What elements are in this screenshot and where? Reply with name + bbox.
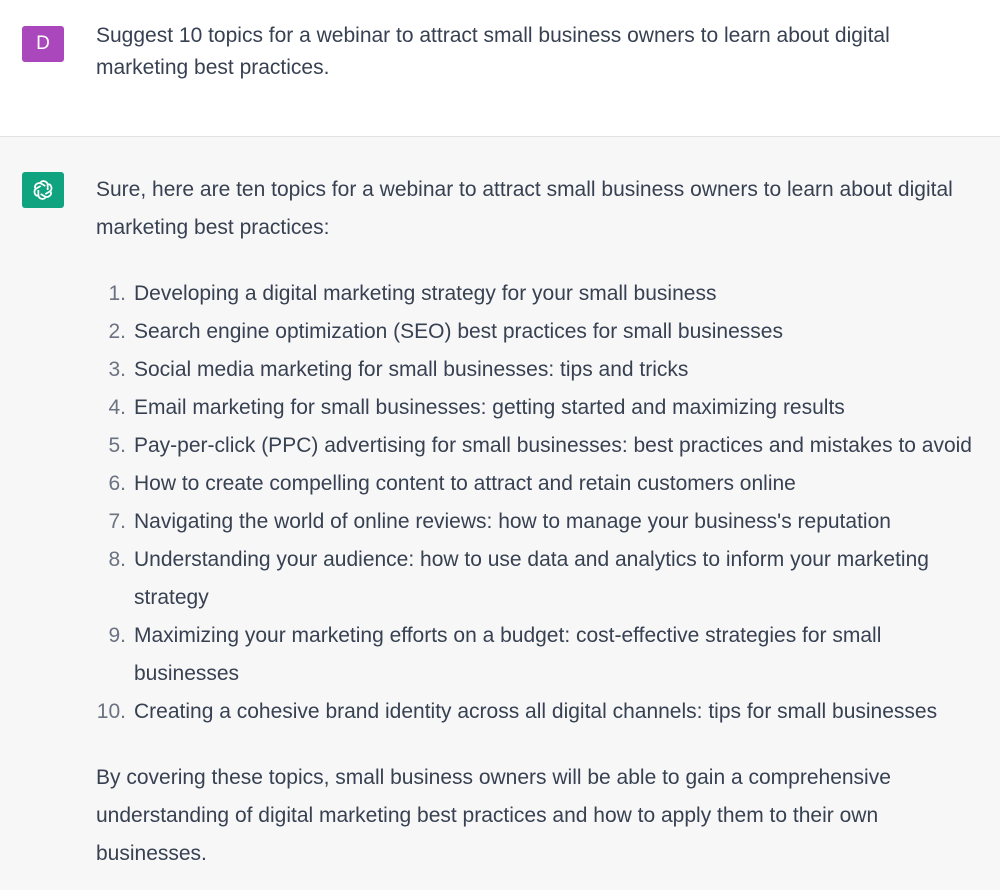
list-item: 10. Creating a cohesive brand identity ac… [96, 693, 991, 731]
list-item: 4. Email marketing for small businesses: … [96, 389, 991, 427]
list-item-text: Search engine optimization (SEO) best pr… [134, 320, 783, 343]
list-number: 9. [108, 624, 126, 647]
list-item-text: Email marketing for small businesses: ge… [134, 396, 845, 419]
list-item-text: Social media marketing for small busines… [134, 358, 689, 381]
list-number: 3. [108, 358, 126, 381]
user-avatar-letter: D [36, 33, 50, 54]
list-item: 7. Navigating the world of online reviews… [96, 503, 991, 541]
list-item: 9. Maximizing your marketing efforts on a… [96, 617, 991, 693]
list-item-text: Developing a digital marketing strategy … [134, 282, 717, 305]
list-number: 7. [108, 510, 126, 533]
list-number: 10. [96, 700, 126, 723]
topics-list: 1. Developing a digital marketing strateg… [96, 275, 991, 731]
chat-page: D Suggest 10 topics for a webinar to att… [0, 0, 1000, 890]
list-number: 8. [108, 548, 126, 571]
list-item: 2. Search engine optimization (SEO) best … [96, 313, 991, 351]
assistant-message-content: Sure, here are ten topics for a webinar … [96, 171, 991, 873]
user-message-text: Suggest 10 topics for a webinar to attra… [96, 24, 890, 79]
list-number: 4. [108, 396, 126, 419]
list-item: 5. Pay-per-click (PPC) advertising for sm… [96, 427, 991, 465]
user-avatar: D [22, 26, 64, 62]
list-number: 1. [108, 282, 126, 305]
list-item-text: Creating a cohesive brand identity acros… [134, 700, 938, 723]
openai-logo-icon [22, 172, 64, 208]
list-item-text: Understanding your audience: how to use … [134, 548, 929, 609]
user-message-row: D Suggest 10 topics for a webinar to att… [0, 0, 1000, 137]
list-item: 1. Developing a digital marketing strateg… [96, 275, 991, 313]
list-item-text: Maximizing your marketing efforts on a b… [134, 624, 882, 685]
list-item-text: How to create compelling content to attr… [134, 472, 796, 495]
list-item-text: Navigating the world of online reviews: … [134, 510, 891, 533]
assistant-message-row: Sure, here are ten topics for a webinar … [0, 137, 1000, 890]
assistant-intro: Sure, here are ten topics for a webinar … [96, 178, 953, 239]
list-item: 8. Understanding your audience: how to us… [96, 541, 991, 617]
list-item: 3. Social media marketing for small busin… [96, 351, 991, 389]
list-number: 5. [108, 434, 126, 457]
assistant-conclusion: By covering these topics, small business… [96, 766, 891, 865]
list-number: 2. [108, 320, 126, 343]
list-number: 6. [108, 472, 126, 495]
list-item: 6. How to create compelling content to at… [96, 465, 991, 503]
list-item-text: Pay-per-click (PPC) advertising for smal… [134, 434, 972, 457]
